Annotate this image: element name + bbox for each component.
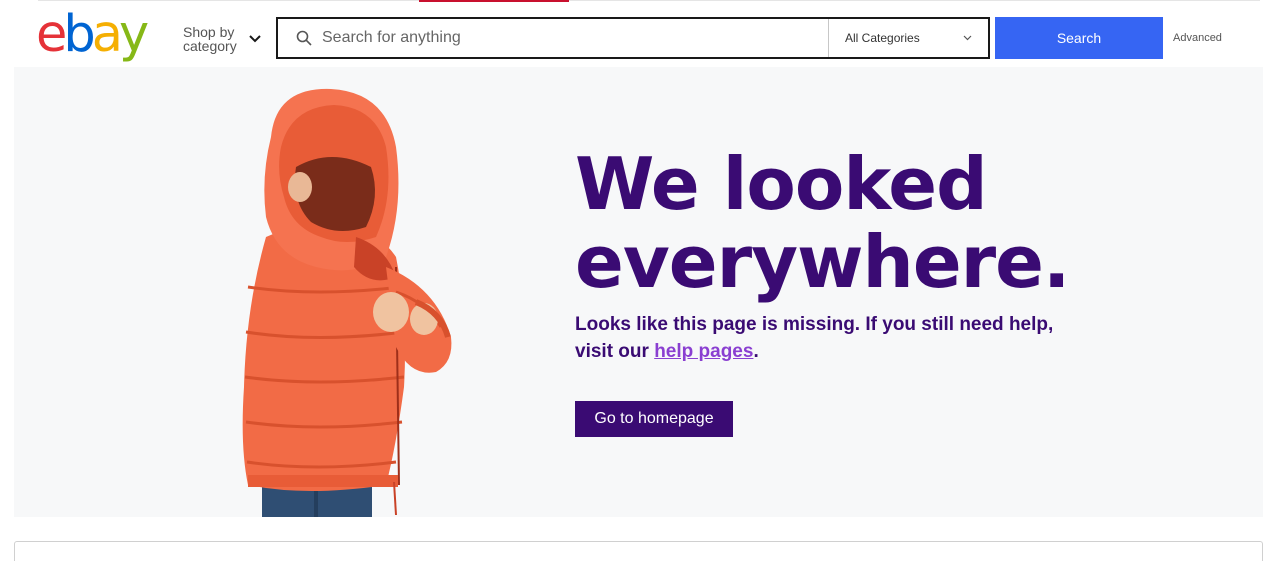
top-divider (38, 0, 1260, 1)
bottom-content-panel (14, 541, 1263, 561)
child-in-orange-jacket-image (242, 88, 452, 517)
chevron-down-icon (963, 35, 972, 41)
chevron-down-icon (249, 35, 261, 43)
page-headline: We looked everywhere. (575, 142, 1070, 304)
logo-letter-e: e (36, 5, 67, 64)
advanced-search-link[interactable]: Advanced (1173, 32, 1222, 44)
logo-letter-b: b (63, 5, 95, 64)
message-end: . (753, 341, 759, 362)
missing-page-message: Looks like this page is missing. If you … (575, 311, 1095, 365)
search-icon (296, 30, 312, 46)
top-accent-bar (419, 0, 569, 2)
category-select-value: All Categories (845, 31, 920, 45)
category-select[interactable]: All Categories (828, 19, 988, 57)
shop-by-category-button[interactable]: Shop by category (183, 23, 262, 55)
go-to-homepage-button[interactable]: Go to homepage (575, 401, 733, 437)
help-pages-link[interactable]: help pages (654, 341, 753, 362)
search-input[interactable] (320, 19, 828, 57)
headline-line-1: We looked (575, 142, 988, 226)
search-button[interactable]: Search (995, 17, 1163, 59)
logo-letter-y: y (119, 5, 149, 64)
message-text: Looks like this page is missing. If you … (575, 314, 1054, 362)
logo-letter-a: a (91, 5, 123, 64)
headline-line-2: everywhere. (575, 220, 1070, 304)
search-bar: All Categories (276, 17, 990, 59)
shop-by-category-label: Shop by category (183, 24, 237, 54)
ebay-logo[interactable]: ebay (36, 5, 149, 64)
not-found-hero: We looked everywhere. Looks like this pa… (14, 67, 1263, 517)
